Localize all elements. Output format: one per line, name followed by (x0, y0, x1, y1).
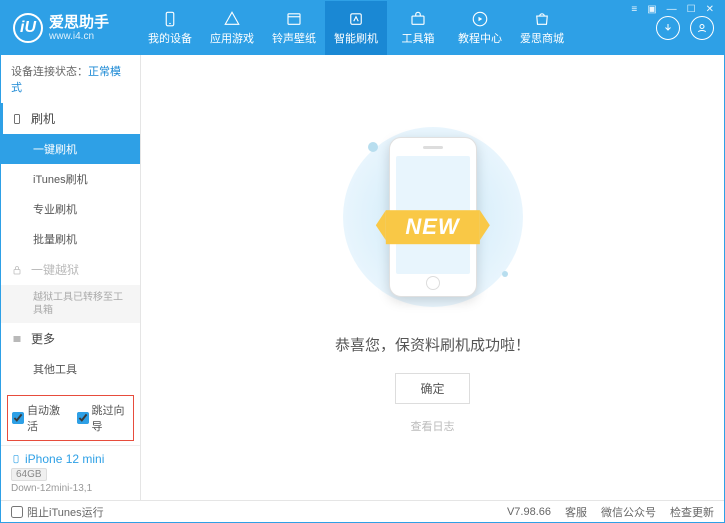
checkbox-block-itunes[interactable]: 阻止iTunes运行 (11, 504, 104, 520)
menu-icon[interactable]: ≡ (628, 4, 640, 15)
store-icon (532, 10, 552, 28)
app-header: iU 爱思助手 www.i4.cn 我的设备 应用游戏 铃声壁纸 智能刷机 工具… (1, 1, 724, 55)
sidebar-item-oneclick-flash[interactable]: 一键刷机 (1, 134, 140, 164)
success-message: 恭喜您，保资料刷机成功啦！ (335, 334, 530, 355)
update-link[interactable]: 检查更新 (670, 504, 714, 520)
maximize-icon[interactable]: ☐ (684, 4, 699, 15)
app-url: www.i4.cn (49, 31, 109, 42)
toolbox-icon (408, 10, 428, 28)
nav-store[interactable]: 爱思商城 (511, 1, 573, 55)
flash-icon (346, 10, 366, 28)
service-link[interactable]: 客服 (565, 504, 587, 520)
close-icon[interactable]: ✕ (703, 4, 717, 15)
lock-icon (11, 264, 25, 276)
sidebar-item-pro-flash[interactable]: 专业刷机 (1, 194, 140, 224)
phone-icon (11, 113, 25, 125)
nav-my-device[interactable]: 我的设备 (139, 1, 201, 55)
sidebar-jailbreak-root[interactable]: 一键越狱 (1, 254, 140, 285)
sidebar-more-root[interactable]: 更多 (1, 323, 140, 354)
top-nav: 我的设备 应用游戏 铃声壁纸 智能刷机 工具箱 教程中心 爱思商城 (139, 1, 656, 55)
view-log-link[interactable]: 查看日志 (411, 418, 455, 434)
device-info[interactable]: iPhone 12 mini 64GB Down-12mini-13,1 (1, 445, 140, 500)
logo-area: iU 爱思助手 www.i4.cn (1, 13, 139, 43)
success-illustration: NEW (333, 122, 533, 312)
window-controls: ≡ ▣ — ☐ ✕ (628, 4, 717, 15)
tutorial-icon (470, 10, 490, 28)
sidebar-item-itunes-flash[interactable]: iTunes刷机 (1, 164, 140, 194)
sidebar: 设备连接状态：正常模式 刷机 一键刷机 iTunes刷机 专业刷机 批量刷机 一… (1, 55, 141, 500)
confirm-button[interactable]: 确定 (395, 373, 469, 404)
nav-ringtones[interactable]: 铃声壁纸 (263, 1, 325, 55)
footer: 阻止iTunes运行 V7.98.66 客服 微信公众号 检查更新 (1, 500, 724, 522)
header-right (656, 16, 724, 40)
logo-icon: iU (13, 13, 43, 43)
minimize-icon[interactable]: — (664, 4, 680, 15)
sidebar-item-other-tools[interactable]: 其他工具 (1, 354, 140, 384)
device-name: iPhone 12 mini (11, 452, 130, 466)
sidebar-item-download-firmware[interactable]: 下载固件 (1, 384, 140, 391)
download-button[interactable] (656, 16, 680, 40)
app-title: 爱思助手 (49, 15, 109, 31)
sidebar-item-batch-flash[interactable]: 批量刷机 (1, 224, 140, 254)
options-box: 自动激活 跳过向导 (7, 395, 134, 441)
more-icon (11, 333, 25, 345)
main-panel: NEW 恭喜您，保资料刷机成功啦！ 确定 查看日志 (141, 55, 724, 500)
nav-flash[interactable]: 智能刷机 (325, 1, 387, 55)
nav-toolbox[interactable]: 工具箱 (387, 1, 449, 55)
nav-apps[interactable]: 应用游戏 (201, 1, 263, 55)
new-ribbon: NEW (385, 210, 479, 244)
phone-icon (160, 10, 180, 28)
device-status: 设备连接状态：正常模式 (1, 55, 140, 103)
wechat-link[interactable]: 微信公众号 (601, 504, 656, 520)
device-storage: 64GB (11, 468, 47, 481)
version-label: V7.98.66 (507, 506, 551, 518)
nav-tutorial[interactable]: 教程中心 (449, 1, 511, 55)
apps-icon (222, 10, 242, 28)
user-button[interactable] (690, 16, 714, 40)
wallpaper-icon (284, 10, 304, 28)
sidebar-flash-root[interactable]: 刷机 (1, 103, 140, 134)
jailbreak-note: 越狱工具已转移至工具箱 (1, 285, 140, 323)
device-model: Down-12mini-13,1 (11, 483, 130, 494)
checkbox-auto-activate[interactable]: 自动激活 (12, 402, 65, 434)
checkbox-skip-guide[interactable]: 跳过向导 (77, 402, 130, 434)
skin-icon[interactable]: ▣ (644, 4, 659, 15)
